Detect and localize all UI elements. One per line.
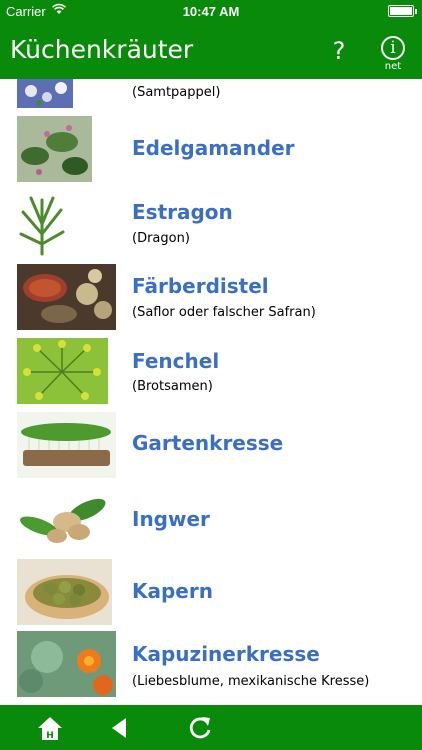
list-item-title: Fenchel <box>132 349 220 373</box>
edelgamander-plant-photo <box>17 116 92 182</box>
list-item-title: Kapuzinerkresse <box>132 642 320 666</box>
fenchel-photo <box>17 338 108 404</box>
list-item[interactable]: Fenchel (Brotsamen) <box>0 337 422 409</box>
list-item[interactable]: Edelgamander <box>0 115 422 187</box>
refresh-icon <box>189 717 211 739</box>
list-item-title: Färberdistel <box>132 274 269 298</box>
page-title: Küchenkräuter <box>10 35 194 64</box>
list-item[interactable]: Gartenkresse <box>0 409 422 485</box>
list-item-subtitle: (Saflor oder falscher Safran) <box>132 305 316 320</box>
faerberdistel-photo <box>17 264 116 330</box>
kapuzinerkresse-photo <box>17 631 116 697</box>
help-button[interactable]: ? <box>326 36 352 66</box>
list-item-title: Kapern <box>132 579 213 603</box>
svg-text:H: H <box>46 731 54 741</box>
list-item-subtitle: (Dragon) <box>132 231 190 246</box>
list-item-title: Ingwer <box>132 507 210 531</box>
list-item[interactable]: Kapern <box>0 558 422 630</box>
navigation-bar: Küchenkräuter ? i net <box>0 22 422 79</box>
battery-icon <box>388 5 417 17</box>
home-icon: H <box>38 717 62 741</box>
list-item-title: Edelgamander <box>132 136 295 160</box>
help-icon: ? <box>332 37 346 65</box>
back-icon <box>112 718 126 738</box>
kapern-photo <box>17 559 112 625</box>
status-bar: Carrier 10:47 AM <box>0 0 422 22</box>
back-button[interactable] <box>104 713 134 743</box>
ingwer-photo <box>17 488 110 550</box>
list-item-title: Estragon <box>132 200 233 224</box>
list-item-subtitle: (Samtpappel) <box>132 85 221 100</box>
list-item[interactable]: Färberdistel (Saflor oder falscher Safra… <box>0 262 422 337</box>
list-item[interactable]: Kapuzinerkresse (Liebesblume, mexikanisc… <box>0 630 422 705</box>
info-icon: i <box>381 36 405 60</box>
estragon-plant-photo <box>17 194 67 256</box>
gartenkresse-photo <box>17 412 116 478</box>
refresh-button[interactable] <box>185 713 215 743</box>
bottom-toolbar: H <box>0 705 422 750</box>
list-item-title: Gartenkresse <box>132 431 284 455</box>
info-button[interactable]: i net <box>378 36 408 78</box>
list-item[interactable]: Estragon (Dragon) <box>0 187 422 262</box>
list-item[interactable]: Ingwer <box>0 485 422 558</box>
list-item-subtitle: (Liebesblume, mexikanische Kresse) <box>132 674 370 689</box>
samtpappel-flower-photo <box>17 79 73 108</box>
info-net-label: net <box>384 61 402 72</box>
list-item-subtitle: (Brotsamen) <box>132 379 213 394</box>
list-item[interactable]: (Samtpappel) <box>0 79 422 115</box>
status-time: 10:47 AM <box>182 4 240 19</box>
home-button[interactable]: H <box>35 713 65 743</box>
herb-list[interactable]: (Samtpappel) Edelgamander Estragon (Drag… <box>0 79 422 705</box>
